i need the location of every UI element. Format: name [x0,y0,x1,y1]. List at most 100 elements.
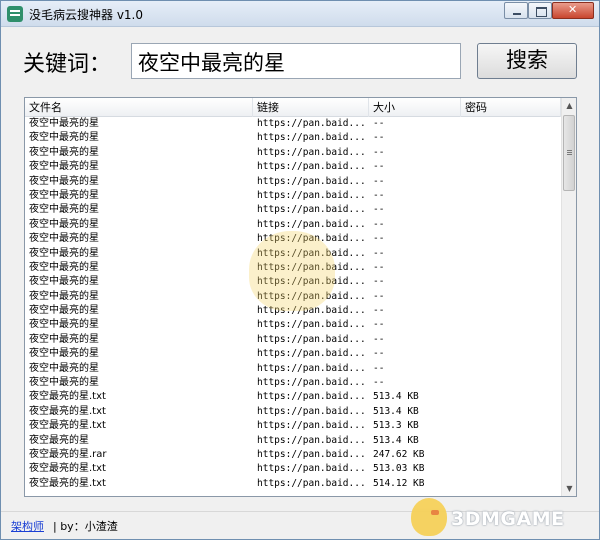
row-filename: 夜空中最亮的星 [29,146,99,158]
minimize-button[interactable] [504,2,528,19]
row-filename: 夜空中最亮的星 [29,348,99,360]
row-filename: 夜空最亮的星.rar [29,448,107,460]
row-password [461,247,561,261]
row-filename: 夜空中最亮的星 [29,276,99,288]
row-filename: 夜空中最亮的星 [29,118,99,129]
app-window: 没毛病云搜神器 v1.0 关键词： 夜空中最亮的星 搜索 文件名 链接 大小 密… [0,0,600,540]
row-filename: 夜空最亮的星.txt [29,391,106,403]
row-filename: 夜空中最亮的星 [29,333,99,345]
row-size: -- [373,233,385,245]
row-filename: 夜空中最亮的星 [29,319,99,331]
row-link: https://pan.baid... [257,161,366,173]
close-button[interactable] [552,2,594,19]
row-password [461,175,561,189]
row-size: -- [373,247,385,259]
row-size: 513.4 KB [373,434,419,446]
row-link: https://pan.baid... [257,362,366,374]
row-size: -- [373,333,385,345]
row-password [461,275,561,289]
row-link: https://pan.baid... [257,204,366,216]
row-filename: 夜空中最亮的星 [29,189,99,201]
table-row[interactable]: 夜空最亮的星 https://pan.baid... 513.4 KB [25,434,561,448]
row-filename: 夜空最亮的星.txt [29,405,106,417]
search-button[interactable]: 搜索 [477,43,577,79]
row-filename: 夜空中最亮的星 [29,218,99,230]
table-row[interactable]: 夜空中最亮的星 https://pan.baid... -- [25,333,561,347]
watermark-chick-icon [411,498,447,536]
row-password [461,261,561,275]
column-header-size[interactable]: 大小 [369,98,461,117]
row-link: https://pan.baid... [257,175,366,187]
table-row[interactable]: 夜空最亮的星.txt https://pan.baid... 513.4 KB [25,390,561,404]
row-filename: 夜空中最亮的星 [29,233,99,245]
table-row[interactable]: 夜空中最亮的星 https://pan.baid... -- [25,203,561,217]
row-size: -- [373,276,385,288]
row-link: https://pan.baid... [257,405,366,417]
row-filename: 夜空中最亮的星 [29,204,99,216]
table-row[interactable]: 夜空中最亮的星 https://pan.baid... -- [25,362,561,376]
row-link: https://pan.baid... [257,377,366,389]
row-size: -- [373,305,385,317]
row-link: https://pan.baid... [257,218,366,230]
row-size: -- [373,161,385,173]
author-link[interactable]: 架构师 [11,518,44,534]
row-size: -- [373,189,385,201]
scroll-down-arrow-icon[interactable]: ▼ [562,481,576,496]
row-filename: 夜空最亮的星.txt [29,463,106,475]
table-row[interactable]: 夜空最亮的星.txt https://pan.baid... 513.4 KB [25,405,561,419]
scroll-thumb[interactable] [563,115,575,191]
keyword-input[interactable]: 夜空中最亮的星 [131,43,461,79]
row-filename: 夜空中最亮的星 [29,305,99,317]
table-row[interactable]: 夜空最亮的星.txt https://pan.baid... 514.12 KB [25,477,561,491]
row-link: https://pan.baid... [257,448,366,460]
row-password [461,304,561,318]
column-header-filename[interactable]: 文件名 [25,98,253,117]
row-link: https://pan.baid... [257,477,366,489]
row-link: https://pan.baid... [257,348,366,360]
row-password [461,333,561,347]
row-password [461,203,561,217]
maximize-button[interactable] [528,2,552,19]
row-password [461,232,561,246]
table-row[interactable]: 夜空最亮的星.txt https://pan.baid... 513.3 KB [25,419,561,433]
row-link: https://pan.baid... [257,434,366,446]
row-link: https://pan.baid... [257,333,366,345]
scroll-up-arrow-icon[interactable]: ▲ [562,98,576,113]
row-filename: 夜空中最亮的星 [29,247,99,259]
row-size: -- [373,319,385,331]
table-row[interactable]: 夜空中最亮的星 https://pan.baid... -- [25,175,561,189]
table-row[interactable]: 夜空中最亮的星 https://pan.baid... -- [25,160,561,174]
row-password [461,218,561,232]
table-row[interactable]: 夜空中最亮的星 https://pan.baid... -- [25,376,561,390]
column-header-link[interactable]: 链接 [253,98,369,117]
row-password [461,434,561,448]
row-link: https://pan.baid... [257,132,366,144]
row-size: -- [373,261,385,273]
row-link: https://pan.baid... [257,463,366,475]
table-row[interactable]: 夜空最亮的星.txt https://pan.baid... 513.03 KB [25,462,561,476]
table-row[interactable]: 夜空中最亮的星 https://pan.baid... -- [25,189,561,203]
vertical-scrollbar[interactable]: ▲ ▼ [561,98,576,496]
table-row[interactable]: 夜空中最亮的星 https://pan.baid... -- [25,131,561,145]
row-password [461,189,561,203]
keyword-label: 关键词： [23,52,112,77]
table-row[interactable]: 夜空中最亮的星 https://pan.baid... -- [25,218,561,232]
row-password [461,462,561,476]
row-size: -- [373,362,385,374]
row-filename: 夜空最亮的星.txt [29,420,106,432]
table-row[interactable]: 夜空中最亮的星 https://pan.baid... -- [25,318,561,332]
title-bar[interactable]: 没毛病云搜神器 v1.0 [1,1,599,27]
credit-text: | by：小渣渣 [53,520,118,533]
table-row[interactable]: 夜空中最亮的星 https://pan.baid... -- [25,146,561,160]
row-size: -- [373,132,385,144]
row-size: 514.12 KB [373,477,425,489]
row-filename: 夜空中最亮的星 [29,377,99,389]
table-row[interactable]: 夜空中最亮的星 https://pan.baid... -- [25,117,561,131]
table-row[interactable]: 夜空最亮的星.rar https://pan.baid... 247.62 KB [25,448,561,462]
row-password [461,117,561,131]
column-header-password[interactable]: 密码 [461,98,561,117]
row-filename: 夜空最亮的星 [29,434,89,446]
row-password [461,477,561,491]
table-row[interactable]: 夜空中最亮的星 https://pan.baid... -- [25,347,561,361]
row-filename: 夜空中最亮的星 [29,175,99,187]
